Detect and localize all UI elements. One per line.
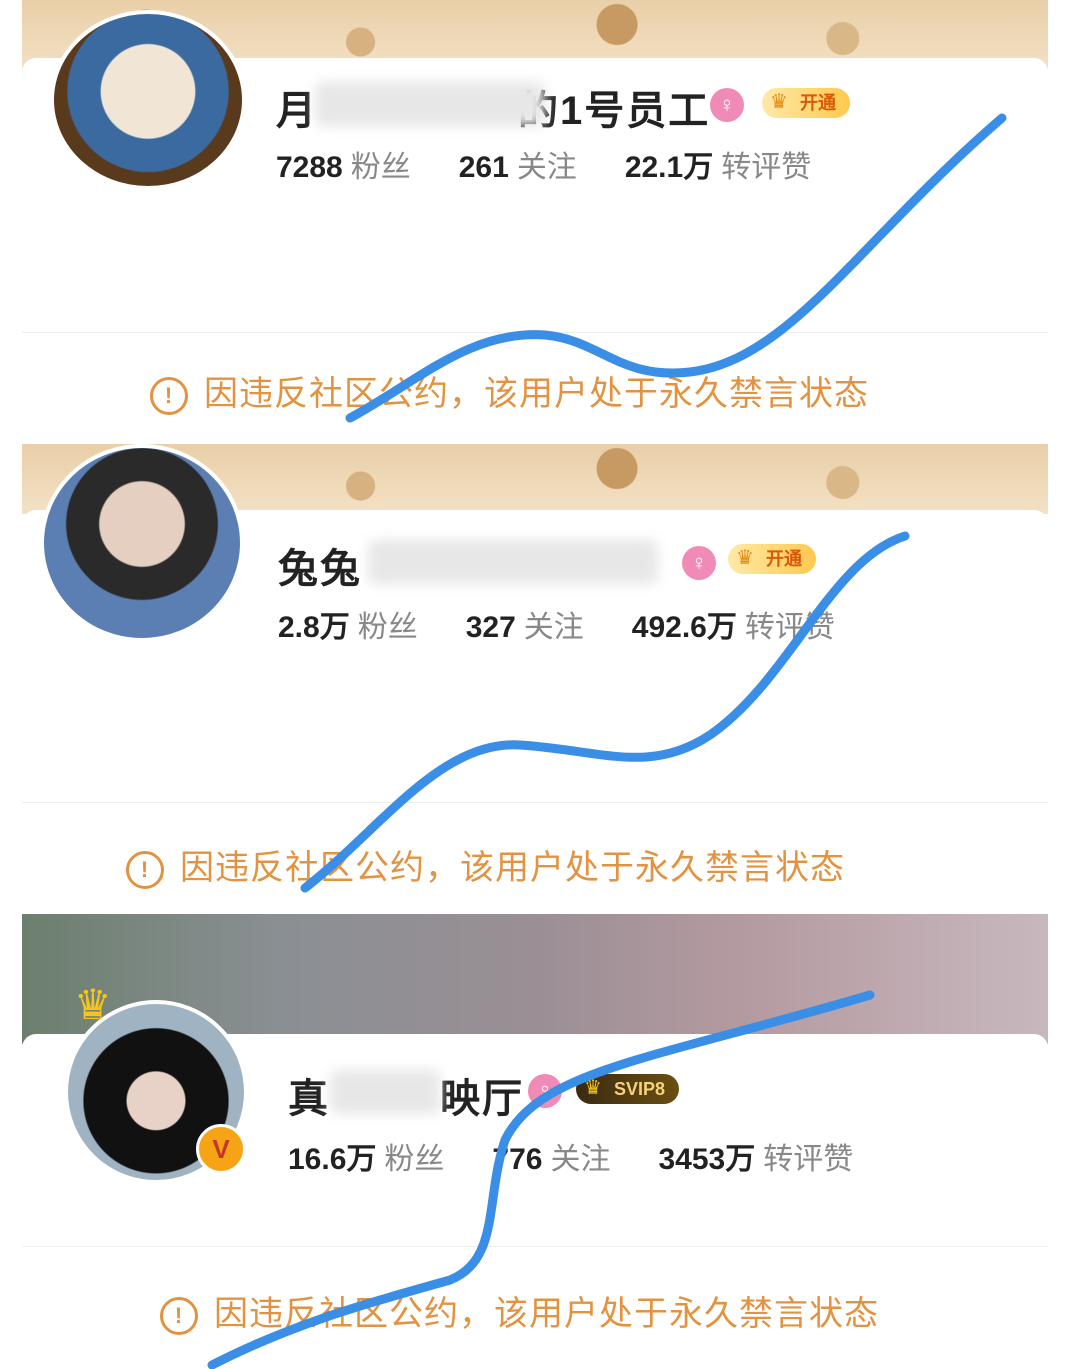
growth-curve-1 (345, 113, 1007, 423)
growth-curve-2 (300, 531, 910, 893)
growth-curve-3 (207, 990, 875, 1369)
hand-drawn-curve (207, 113, 1007, 1369)
